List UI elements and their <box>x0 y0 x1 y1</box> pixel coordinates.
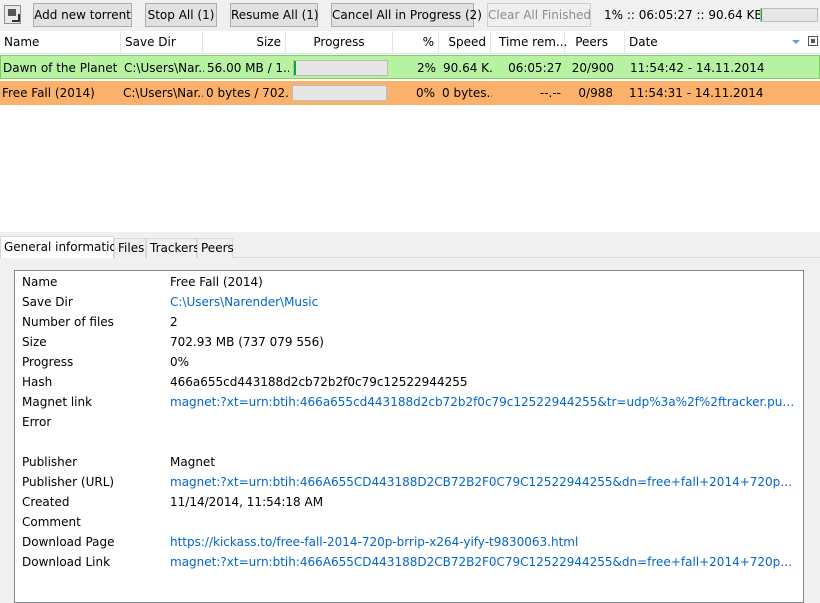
detail-label: Error <box>22 415 52 429</box>
detail-row: Created 11/14/2014, 11:54:18 AM <box>15 492 803 512</box>
column-header-percent[interactable]: % <box>393 31 439 54</box>
detail-row: Download Link magnet:?xt=urn:btih:466A655… <box>15 552 803 572</box>
torrent-save-dir: C:\Users\Nar... <box>124 61 204 75</box>
detail-link[interactable]: C:\Users\Narender\Music <box>170 292 800 312</box>
column-header-progress[interactable]: Progress <box>286 31 393 54</box>
detail-label: Download Page <box>22 535 115 549</box>
detail-link[interactable]: magnet:?xt=urn:btih:466a655cd443188d2cb7… <box>170 392 800 412</box>
detail-label: Number of files <box>22 315 114 329</box>
detail-value: 466a655cd443188d2cb72b2f0c79c12522944255 <box>170 375 468 389</box>
stop-all-button[interactable]: Stop All (1) <box>145 3 217 27</box>
tab-trackers[interactable]: Trackers <box>146 238 200 258</box>
column-header-name[interactable]: Name <box>0 31 121 54</box>
column-header-save-dir[interactable]: Save Dir <box>121 31 203 54</box>
detail-row: Hash 466a655cd443188d2cb72b2f0c79c1252294… <box>15 372 803 392</box>
torrent-percent: 2% <box>416 61 436 75</box>
torrent-size: 56.00 MB / 1... <box>207 61 289 75</box>
general-information-panel: Name Free Fall (2014) Save Dir C:\Users\Nar… <box>14 270 804 603</box>
column-chooser-icon[interactable] <box>808 36 818 46</box>
torrent-percent: 0% <box>415 86 435 100</box>
detail-row: Comment <box>15 512 803 532</box>
torrent-speed: 0 bytes... <box>442 86 492 100</box>
detail-row: Magnet link magnet:?xt=urn:btih:466a655cd… <box>15 392 803 412</box>
torrent-list-header: Name Save Dir Size Progress % Speed Time… <box>0 31 820 54</box>
torrent-size: 0 bytes / 702... <box>206 86 288 100</box>
torrent-date: 11:54:31 - 14.11.2014 <box>629 86 764 100</box>
torrent-peers: 20/900 <box>571 61 614 75</box>
torrent-speed: 90.64 K... <box>443 61 493 75</box>
column-header-date[interactable]: Date <box>625 31 805 54</box>
detail-value: Free Fall (2014) <box>170 275 263 289</box>
detail-label: Name <box>22 275 58 289</box>
column-header-time-remaining[interactable]: Time rem... <box>491 31 567 54</box>
detail-row: Download Page https://kickass.to/free-fal… <box>15 532 803 552</box>
detail-value: 2 <box>170 315 178 329</box>
detail-value: 0% <box>170 355 190 369</box>
detail-row: Publisher (URL) magnet:?xt=urn:btih:466A6… <box>15 472 803 492</box>
column-header-speed[interactable]: Speed <box>439 31 491 54</box>
app-menu-icon[interactable] <box>4 5 21 24</box>
detail-row: Publisher Magnet <box>15 452 803 472</box>
detail-row: Number of files 2 <box>15 312 803 332</box>
torrent-progress-bar <box>293 60 388 76</box>
detail-row: Progress 0% <box>15 352 803 372</box>
column-header-peers[interactable]: Peers <box>565 31 625 54</box>
detail-label: Comment <box>22 515 81 529</box>
cancel-all-button[interactable]: Cancel All in Progress (2) <box>331 3 482 27</box>
torrent-time-remaining: --.-- <box>539 86 561 100</box>
tab-peers[interactable]: Peers <box>197 238 234 258</box>
torrent-name: Dawn of the Planet ... <box>3 61 121 75</box>
torrent-row[interactable]: Free Fall (2014) C:\Users\Nar... 0 bytes… <box>0 81 820 105</box>
detail-value: 11/14/2014, 11:54:18 AM <box>170 495 324 509</box>
tab-general-information[interactable]: General information <box>0 236 124 259</box>
detail-label: Size <box>22 335 47 349</box>
column-header-size[interactable]: Size <box>203 31 286 54</box>
detail-label: Publisher (URL) <box>22 475 115 489</box>
torrent-date: 11:54:42 - 14.11.2014 <box>630 61 765 75</box>
total-progress-bar <box>760 8 818 22</box>
torrent-time-remaining: 06:05:27 <box>508 61 562 75</box>
detail-label: Save Dir <box>22 295 73 309</box>
detail-row: Name Free Fall (2014) <box>15 272 803 292</box>
resume-all-button[interactable]: Resume All (1) <box>230 3 319 27</box>
detail-label: Download Link <box>22 555 111 569</box>
sort-descending-icon <box>792 40 800 44</box>
detail-link[interactable]: https://kickass.to/free-fall-2014-720p-b… <box>170 532 800 552</box>
torrent-name: Free Fall (2014) <box>2 86 95 100</box>
detail-link[interactable]: magnet:?xt=urn:btih:466A655CD443188D2CB7… <box>170 552 800 572</box>
tab-files[interactable]: Files <box>114 238 146 258</box>
detail-row <box>15 432 803 452</box>
detail-link[interactable]: magnet:?xt=urn:btih:466A655CD443188D2CB7… <box>170 472 800 492</box>
torrent-row[interactable]: Dawn of the Planet ... C:\Users\Nar... 5… <box>0 55 820 79</box>
clear-finished-button[interactable]: Clear All Finished <box>487 3 591 27</box>
detail-label: Publisher <box>22 455 78 469</box>
details-tabs: General information Files Trackers Peers <box>0 236 820 259</box>
detail-label: Created <box>22 495 70 509</box>
torrent-save-dir: C:\Users\Nar... <box>123 86 203 100</box>
detail-row: Save Dir C:\Users\Narender\Music <box>15 292 803 312</box>
detail-row: Error <box>15 412 803 432</box>
torrent-progress-bar <box>292 85 387 101</box>
detail-value: Magnet <box>170 455 216 469</box>
add-torrent-button[interactable]: Add new torrent <box>33 3 132 27</box>
torrent-peers: 0/988 <box>578 86 613 100</box>
detail-label: Progress <box>22 355 74 369</box>
toolbar: Add new torrent Stop All (1) Resume All … <box>0 0 820 31</box>
detail-label: Hash <box>22 375 53 389</box>
detail-label: Magnet link <box>22 395 93 409</box>
detail-value: 702.93 MB (737 079 556) <box>170 335 324 349</box>
detail-row: Size 702.93 MB (737 079 556) <box>15 332 803 352</box>
